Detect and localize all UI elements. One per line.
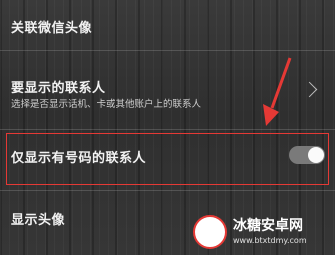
watermark: 冰糖安卓网 www.btxtdmy.com bbox=[193, 213, 333, 253]
watermark-name: 冰糖安卓网 bbox=[233, 218, 303, 234]
watermark-logo-icon bbox=[193, 215, 227, 249]
watermark-url: www.btxtdmy.com bbox=[233, 236, 307, 245]
